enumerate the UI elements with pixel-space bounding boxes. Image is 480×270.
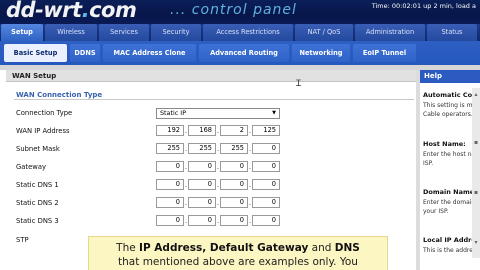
octet-input[interactable]: 0	[156, 215, 184, 226]
help-text: your ISP.	[423, 208, 449, 215]
octet-input[interactable]: 255	[220, 143, 248, 154]
scroll-down-icon[interactable]: ▾	[473, 240, 479, 246]
octet-input[interactable]: 0	[252, 143, 280, 154]
scroll-up-icon[interactable]: ▴	[473, 92, 479, 98]
section-title: WAN Setup	[12, 72, 57, 80]
static-dns-2-field: 0. 0. 0. 0	[156, 197, 280, 208]
subtab-eoip-tunnel[interactable]: EoIP Tunnel	[353, 44, 416, 62]
control-panel-tagline: ... control panel	[170, 2, 297, 18]
octet-input[interactable]: 0	[252, 215, 280, 226]
fieldset-rule	[14, 99, 414, 100]
octet-input[interactable]: 0	[220, 197, 248, 208]
subtab-networking[interactable]: Networking	[292, 44, 350, 62]
caption-bold-2: DNS	[334, 242, 360, 254]
logo-dot: .	[81, 0, 90, 22]
connection-type-label: Connection Type	[16, 109, 73, 117]
logo-main: dd-wrt	[6, 0, 82, 22]
tab-services[interactable]: Services	[99, 24, 149, 41]
subtab-mac-address-clone[interactable]: MAC Address Clone	[103, 44, 196, 62]
help-heading: Local IP Addre	[423, 236, 476, 244]
tab-security[interactable]: Security	[151, 24, 201, 41]
main-tab-bar: Setup Wireless Services Security Access …	[0, 24, 480, 41]
connection-type-select[interactable]: Static IP ▼	[156, 108, 280, 119]
connection-type-legend: WAN Connection Type	[16, 91, 103, 99]
static-dns-2-label: Static DNS 2	[16, 199, 59, 207]
tab-administration[interactable]: Administration	[355, 24, 425, 41]
help-heading: Domain Name:	[423, 188, 477, 196]
logo: dd-wrt.com	[6, 0, 137, 22]
help-text: ISP.	[423, 160, 434, 167]
help-heading: Automatic Con	[423, 91, 477, 99]
static-dns-1-field: 0. 0. 0. 0	[156, 179, 280, 190]
octet-input[interactable]: 168	[188, 125, 216, 136]
help-heading: Host Name:	[423, 140, 466, 148]
octet-input[interactable]: 0	[220, 161, 248, 172]
tab-nat-qos[interactable]: NAT / QoS	[295, 24, 353, 41]
text-cursor-icon: Ɪ	[296, 79, 302, 89]
subnet-mask-field: 255. 255. 255. 0	[156, 143, 280, 154]
subtab-ddns[interactable]: DDNS	[70, 44, 100, 62]
octet-input[interactable]: 255	[188, 143, 216, 154]
octet-input[interactable]: 0	[220, 179, 248, 190]
subtab-advanced-routing[interactable]: Advanced Routing	[199, 44, 289, 62]
octet-input[interactable]: 192	[156, 125, 184, 136]
uptime-status: Time: 00:02:01 up 2 min, load a	[371, 2, 476, 10]
tab-access-restrictions[interactable]: Access Restrictions	[203, 24, 293, 41]
section-header: WAN Setup	[6, 70, 416, 82]
gateway-label: Gateway	[16, 163, 47, 171]
help-scrollbar[interactable]	[472, 88, 480, 258]
octet-input[interactable]: 0	[188, 161, 216, 172]
tab-setup[interactable]: Setup	[1, 24, 43, 41]
stp-label: STP	[16, 236, 29, 244]
octet-input[interactable]: 255	[156, 143, 184, 154]
sub-tab-bar: Basic Setup DDNS MAC Address Clone Advan…	[0, 41, 480, 65]
help-panel: Help Automatic Con This setting is mos C…	[420, 70, 480, 270]
octet-input[interactable]: 0	[188, 179, 216, 190]
caption-bold-1: IP Address, Default Gateway	[139, 242, 309, 254]
gateway-field: 0. 0. 0. 0	[156, 161, 280, 172]
octet-input[interactable]: 0	[156, 197, 184, 208]
chevron-down-icon: ▼	[272, 110, 276, 116]
help-text: Cable operators.	[423, 111, 473, 118]
octet-input[interactable]: 0	[252, 179, 280, 190]
octet-input[interactable]: 125	[252, 125, 280, 136]
tab-wireless[interactable]: Wireless	[45, 24, 97, 41]
octet-input[interactable]: 0	[252, 197, 280, 208]
connection-type-value: Static IP	[160, 109, 187, 117]
static-dns-3-label: Static DNS 3	[16, 217, 59, 225]
octet-input[interactable]: 0	[156, 179, 184, 190]
static-dns-1-label: Static DNS 1	[16, 181, 59, 189]
caption-overlay: The IP Address, Default Gateway and DNS …	[88, 236, 388, 270]
octet-input[interactable]: 0	[220, 215, 248, 226]
tab-status[interactable]: Status	[427, 24, 477, 41]
octet-input[interactable]: 0	[156, 161, 184, 172]
wan-ip-label: WAN IP Address	[16, 127, 70, 135]
help-title: Help	[424, 72, 443, 80]
wan-ip-field: 192. 168. 2. 125	[156, 125, 280, 136]
octet-input[interactable]: 0	[252, 161, 280, 172]
help-text: This setting is mos	[423, 102, 480, 109]
octet-input[interactable]: 0	[188, 215, 216, 226]
subnet-mask-label: Subnet Mask	[16, 145, 60, 153]
scroll-mark-icon: ▪	[473, 139, 479, 146]
static-dns-3-field: 0. 0. 0. 0	[156, 215, 280, 226]
help-header: Help	[420, 70, 480, 83]
help-text: This is the address	[423, 247, 480, 254]
header: dd-wrt.com ... control panel Time: 00:02…	[0, 0, 480, 24]
scroll-mark-icon: ▪	[473, 189, 479, 196]
caption-line-2: that mentioned above are examples only. …	[118, 256, 358, 268]
subtab-basic-setup[interactable]: Basic Setup	[4, 44, 67, 62]
octet-input[interactable]: 2	[220, 125, 248, 136]
logo-tld: com	[89, 0, 137, 22]
caption-line-1: The IP Address, Default Gateway and DNS	[116, 242, 360, 254]
octet-input[interactable]: 0	[188, 197, 216, 208]
